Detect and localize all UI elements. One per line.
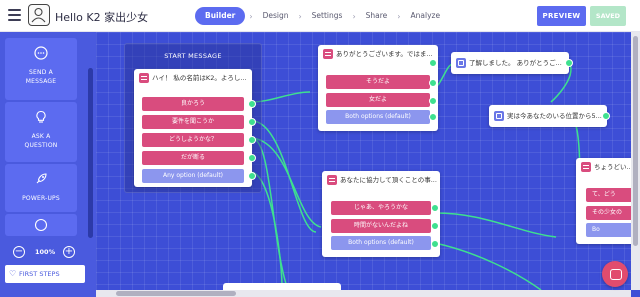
connector-handle[interactable]: [565, 59, 573, 67]
connector-line: [434, 212, 557, 238]
heart-icon: ♡: [9, 269, 17, 278]
step-nav: Builder › Design › Settings › Share › An…: [195, 6, 446, 26]
default-option-button[interactable]: Both options (default): [326, 110, 430, 124]
connector-handle[interactable]: [248, 154, 256, 162]
card-text: ちょうどい...: [594, 163, 633, 171]
step-settings[interactable]: Settings: [306, 7, 349, 25]
message-icon: [581, 162, 591, 172]
default-option-button[interactable]: Both options (default): [331, 236, 431, 250]
preview-button[interactable]: PREVIEW: [537, 6, 586, 26]
connector-handle[interactable]: [431, 240, 439, 248]
step-builder[interactable]: Builder: [195, 7, 246, 25]
first-steps-button[interactable]: ♡ FIRST STEPS: [5, 265, 85, 283]
power-ups-tool[interactable]: POWER-UPS: [5, 164, 77, 212]
connector-handle[interactable]: [602, 112, 610, 120]
step-analyze[interactable]: Analyze: [405, 7, 447, 25]
tool-label: QUESTION: [24, 142, 58, 149]
card-header: あなたに協力して頂くことの事...: [322, 171, 440, 189]
message-icon: [323, 49, 333, 59]
option-button[interactable]: 要件を聞こうか: [142, 115, 244, 129]
zoom-out-icon[interactable]: −: [13, 246, 25, 258]
sidebar-scrollbar[interactable]: [88, 68, 93, 238]
card-text: あなたに協力して頂くことの事...: [340, 176, 437, 184]
card-text: 了解しました。 ありがとうご...: [469, 59, 562, 67]
option-button[interactable]: そうだよ: [326, 75, 430, 89]
connector-handle[interactable]: [248, 100, 256, 108]
zoom-control: − 100% +: [5, 244, 85, 262]
option-button[interactable]: じゃあ、やろうかな: [331, 201, 431, 215]
chevron-right-icon: ›: [397, 11, 401, 21]
support-chat-icon[interactable]: [602, 261, 628, 287]
option-button[interactable]: 時間がないんだよね: [331, 219, 431, 233]
step-share[interactable]: Share: [360, 7, 394, 25]
connector-handle[interactable]: [429, 113, 437, 121]
robot-face-icon: [31, 7, 46, 23]
connector-handle[interactable]: [431, 204, 439, 212]
start-message-label: START MESSAGE: [164, 52, 222, 60]
card-text: 実は今あなたのいる位置から5...: [507, 112, 602, 120]
rocket-icon: [36, 173, 47, 184]
connector-handle[interactable]: [429, 97, 437, 105]
ask-question-tool[interactable]: ASK A QUESTION: [5, 102, 77, 162]
card-text: ハイ！ 私の名前はK2。よろし...: [152, 74, 247, 82]
scroll-thumb[interactable]: [116, 291, 236, 296]
connector-handle[interactable]: [248, 172, 256, 180]
tool-label: POWER-UPS: [22, 195, 60, 202]
connector-handle[interactable]: [248, 118, 256, 126]
step-design[interactable]: Design: [257, 7, 295, 25]
zoom-level: 100%: [35, 248, 56, 256]
message-icon: [139, 73, 149, 83]
tool-label: MESSAGE: [25, 78, 57, 85]
message-icon: [327, 175, 337, 185]
connector-handle[interactable]: [431, 222, 439, 230]
option-button[interactable]: だが断る: [142, 151, 244, 165]
horizontal-scrollbar[interactable]: [96, 290, 631, 297]
tool-circle-icon: [34, 218, 48, 232]
first-steps-label: FIRST STEPS: [19, 270, 60, 278]
card-header: 了解しました。 ありがとうご...: [451, 52, 569, 74]
scroll-thumb[interactable]: [633, 36, 638, 246]
chat-icon: [494, 111, 504, 121]
card-header: 実は今あなたのいる位置から5...: [489, 105, 607, 127]
chat-icon: [456, 58, 466, 68]
message-bubble-icon: [34, 46, 48, 60]
saved-button[interactable]: SAVED: [590, 6, 626, 26]
chevron-right-icon: ›: [298, 11, 302, 21]
default-option-button[interactable]: Any option (default): [142, 169, 244, 183]
message-card[interactable]: ありがとうございます。ではま... そうだよ 女だよ Both options …: [318, 45, 438, 131]
connector-handle[interactable]: [429, 59, 437, 67]
card-text: ありがとうございます。ではま...: [336, 50, 433, 58]
connector-line: [434, 242, 542, 291]
connector-handle[interactable]: [248, 136, 256, 144]
top-bar: Hello K2 家出少女 Builder › Design › Setting…: [0, 0, 640, 32]
tool-label: SEND A: [29, 69, 53, 76]
message-card[interactable]: あなたに協力して頂くことの事... じゃあ、やろうかな 時間がないんだよね Bo…: [322, 171, 440, 257]
message-card[interactable]: 実は今あなたのいる位置から5...: [489, 105, 607, 127]
zoom-in-icon[interactable]: +: [63, 246, 75, 258]
message-card[interactable]: 了解しました。 ありがとうご...: [451, 52, 569, 74]
option-button[interactable]: 女だよ: [326, 93, 430, 107]
chevron-right-icon: ›: [352, 11, 356, 21]
card-header: ハイ！ 私の名前はK2。よろし...: [134, 69, 252, 87]
card-header: ありがとうございます。ではま...: [318, 45, 438, 63]
bot-avatar[interactable]: [28, 4, 50, 26]
card-header: ちょうどい...: [576, 158, 636, 176]
lightbulb-icon: [36, 110, 46, 123]
more-tools-item[interactable]: [5, 214, 77, 236]
start-message-card[interactable]: ハイ！ 私の名前はK2。よろし... 良かろう 要件を聞こうか どうしようかな？…: [134, 69, 252, 187]
chevron-right-icon: ›: [249, 11, 253, 21]
connector-handle[interactable]: [429, 79, 437, 87]
message-card[interactable]: ちょうどい... て、どう その少女の Bo: [576, 158, 640, 244]
vertical-scrollbar[interactable]: [631, 32, 640, 290]
tool-label: ASK A: [31, 133, 51, 140]
bot-name[interactable]: Hello K2 家出少女: [55, 9, 148, 25]
option-button[interactable]: 良かろう: [142, 97, 244, 111]
option-button[interactable]: どうしようかな？: [142, 133, 244, 147]
hamburger-menu-icon[interactable]: [8, 9, 21, 21]
send-message-tool[interactable]: SEND A MESSAGE: [5, 38, 77, 100]
